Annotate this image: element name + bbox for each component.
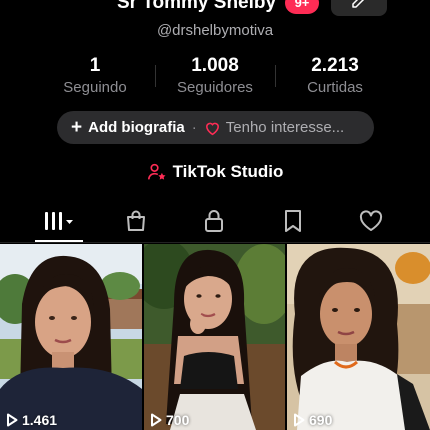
notification-badge[interactable]: 9+ [285,0,319,14]
video-views: 690 [309,412,333,428]
tab-liked[interactable] [353,203,389,239]
heart-outline-icon [204,120,221,136]
stat-followers[interactable]: 1.008 Seguidores [155,55,275,98]
tab-shop[interactable] [118,203,154,239]
stat-followers-label: Seguidores [177,79,253,96]
profile-tabs [0,203,430,243]
grid-icon [45,212,73,230]
video-thumbnail[interactable]: 690 [287,244,430,430]
pencil-icon [352,0,365,8]
tiktok-studio-button[interactable]: TikTok Studio [0,160,430,184]
stat-followers-value: 1.008 [191,55,239,76]
video-grid: 1.461 700 690 [0,244,430,430]
tabs-divider [0,242,430,243]
video-view-count: 700 [150,412,189,428]
profile-handle: @drshelbymotiva [156,22,274,39]
play-icon [294,413,305,427]
heart-icon [359,210,383,231]
video-view-count: 690 [293,412,332,428]
stat-likes[interactable]: 2.213 Curtidas [275,55,395,98]
plus-icon: + [71,117,83,138]
lock-icon [205,210,223,232]
bio-pill: + Add biografia · Tenho interesse... [57,111,374,144]
video-views: 700 [166,412,190,428]
play-icon [151,413,162,427]
video-thumbnail-image [287,244,430,430]
profile-header: Sr Tommy Shelby 9+ [0,0,430,22]
edit-profile-button[interactable] [331,0,387,16]
profile-stats: 1 Seguindo 1.008 Seguidores 2.213 Curtid… [0,55,430,97]
video-thumbnail[interactable]: 1.461 [0,244,142,430]
tab-private[interactable] [196,203,232,239]
stat-likes-label: Curtidas [307,79,363,96]
add-bio-label: Add biografia [88,119,185,136]
video-thumbnail[interactable]: 700 [144,244,285,430]
stat-likes-value: 2.213 [311,55,359,76]
shopping-bag-icon [127,210,145,231]
bio-separator: · [191,119,197,136]
play-icon [7,413,18,427]
person-star-icon [147,163,167,181]
stat-following-value: 1 [89,55,101,76]
add-bio-button[interactable]: + Add biografia [71,118,185,137]
tab-videos-grid[interactable] [35,203,83,239]
bookmark-icon [285,210,301,232]
stat-following-label: Seguindo [63,79,127,96]
interests-button[interactable]: Tenho interesse... [226,119,344,136]
tab-favorites[interactable] [275,203,311,239]
video-thumbnail-image [144,244,285,430]
video-thumbnail-image [0,244,142,430]
display-name: Sr Tommy Shelby [117,0,277,13]
tiktok-studio-label: TikTok Studio [172,162,284,181]
video-views: 1.461 [22,412,58,428]
video-view-count: 1.461 [6,412,57,428]
stat-following[interactable]: 1 Seguindo [35,55,155,98]
